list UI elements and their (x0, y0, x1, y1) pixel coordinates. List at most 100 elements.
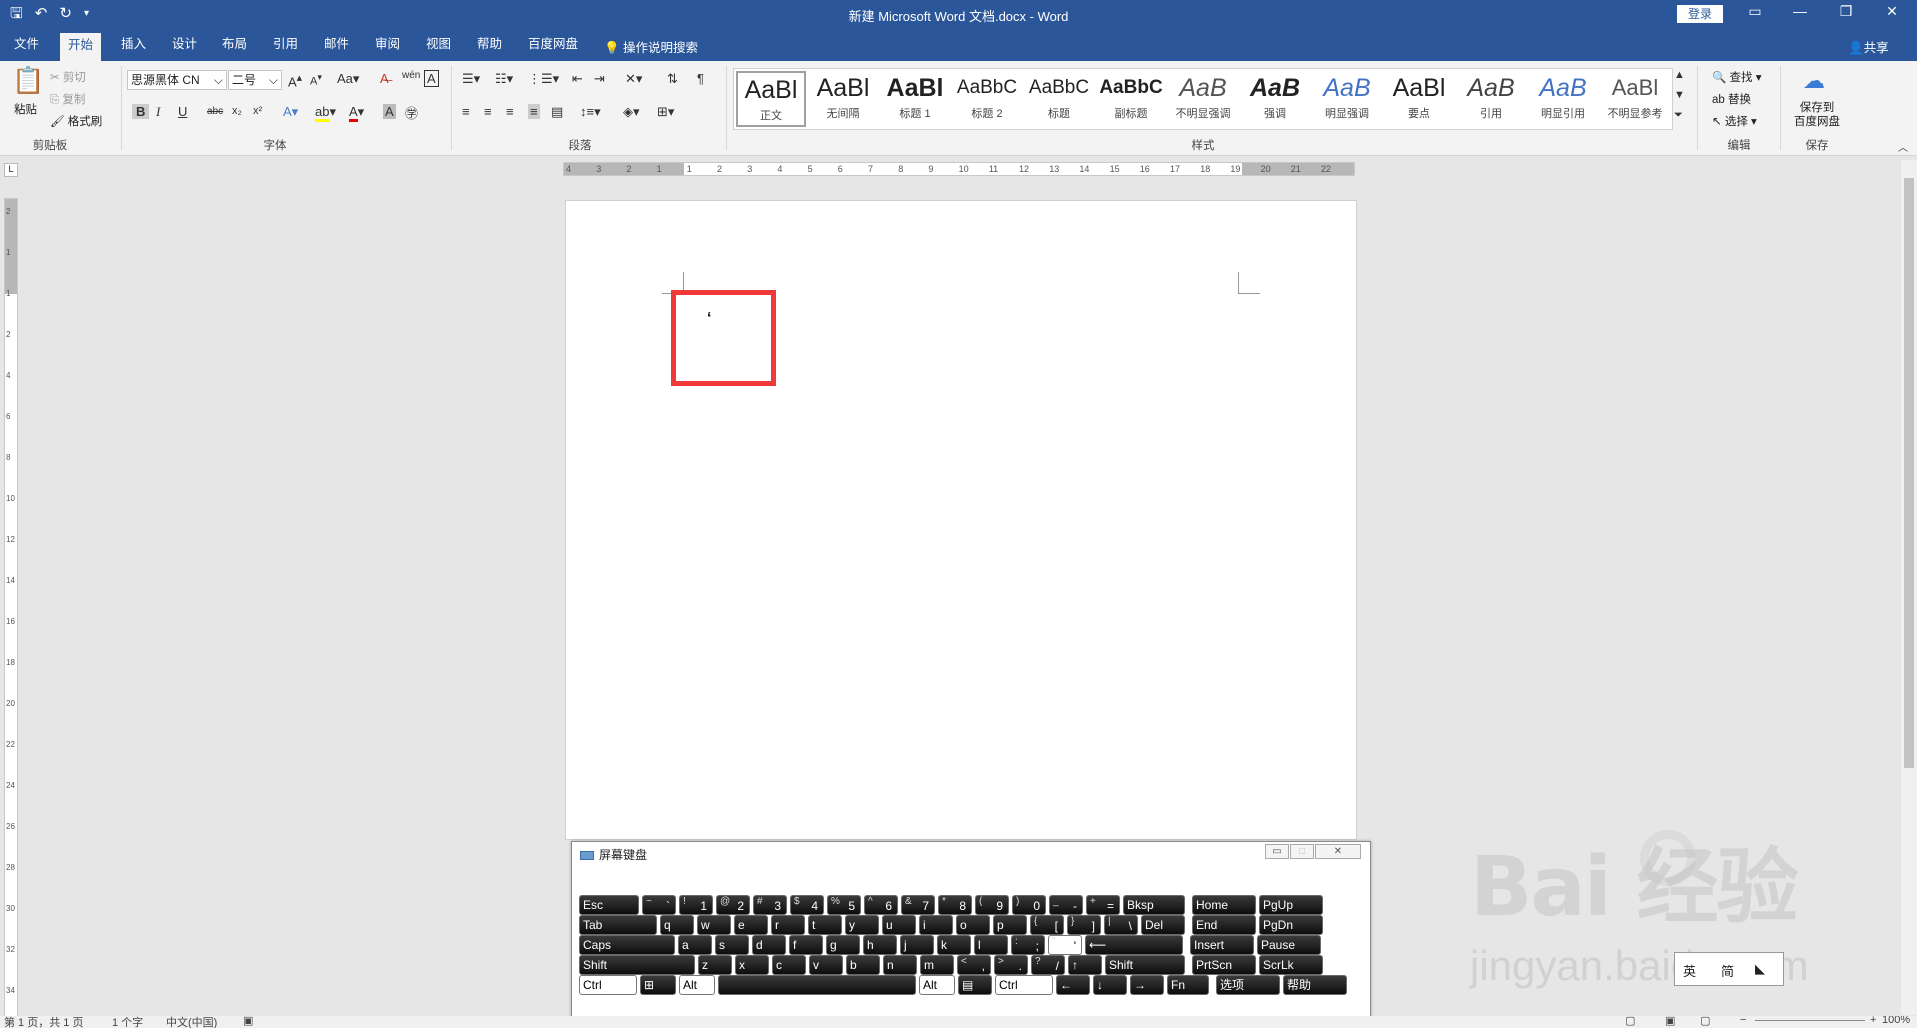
scrollbar-thumb[interactable] (1904, 178, 1914, 768)
word-count[interactable]: 1 个字 (112, 1016, 143, 1028)
style-normal[interactable]: AaBl 正文 (736, 71, 806, 127)
maximize-icon[interactable]: □ (1290, 844, 1314, 859)
osk-key[interactable]: Ctrl (579, 975, 637, 995)
osk-key[interactable]: l (974, 935, 1008, 955)
osk-key[interactable]: ⊞ (640, 975, 676, 995)
grow-font-icon[interactable]: A▴ (288, 71, 302, 89)
osk-key[interactable]: m (920, 955, 954, 975)
osk-key[interactable]: x (735, 955, 769, 975)
osk-key[interactable]: o (956, 915, 990, 935)
osk-key[interactable]: Alt (679, 975, 715, 995)
minimize-icon[interactable]: ▭ (1265, 844, 1289, 859)
style-heading-2[interactable]: AaBbC 标题 2 (952, 71, 1022, 127)
tab-insert[interactable]: 插入 (113, 34, 154, 61)
osk-key[interactable]: :; (1011, 935, 1045, 955)
copy-button[interactable]: ⎘ 复制 (50, 91, 85, 107)
osk-key[interactable]: Fn (1167, 975, 1209, 995)
style-subtle-reference[interactable]: AaBl 不明显参考 (1600, 71, 1670, 127)
highlight-color-icon[interactable]: ab▾ (315, 104, 336, 122)
minimize-icon[interactable]: — (1780, 3, 1820, 19)
osk-key[interactable]: h (863, 935, 897, 955)
format-painter-button[interactable]: 🖌 格式刷 (50, 113, 102, 129)
style-heading-1[interactable]: AaBl 标题 1 (880, 71, 950, 127)
baidu-netdisk-icon[interactable]: ☁ (1803, 68, 1825, 94)
ribbon-display-options-icon[interactable]: ▭ (1735, 3, 1775, 20)
osk-key[interactable]: ↓ (1093, 975, 1127, 995)
align-center-icon[interactable]: ≡ (484, 104, 492, 119)
osk-key[interactable]: p (993, 915, 1027, 935)
tab-review[interactable]: 审阅 (367, 34, 408, 61)
osk-key[interactable]: <, (957, 955, 991, 975)
osk-key[interactable]: Del (1141, 915, 1185, 935)
styles-scroll-down-icon[interactable]: ▼ (1674, 89, 1685, 101)
subscript-button[interactable]: x₂ (232, 105, 242, 117)
style-intense-emphasis[interactable]: AaB 明显强调 (1312, 71, 1382, 127)
zoom-out-icon[interactable]: − (1740, 1016, 1746, 1026)
tab-baidu-netdisk[interactable]: 百度网盘 (520, 34, 586, 61)
osk-key[interactable]: % 5 (827, 895, 861, 915)
font-color-icon[interactable]: A▾ (349, 104, 364, 122)
change-case-button[interactable]: Aa▾ (337, 71, 359, 87)
osk-key[interactable]: n (883, 955, 917, 975)
osk-key[interactable]: 选项 (1216, 975, 1280, 995)
share-button[interactable]: 👤共享 (1848, 37, 1889, 56)
osk-key[interactable]: u (882, 915, 916, 935)
text-effects-icon[interactable]: A▾ (283, 104, 298, 120)
osk-key[interactable]: + = (1086, 895, 1120, 915)
tab-selector[interactable]: L (4, 163, 18, 177)
shrink-font-icon[interactable]: A▾ (310, 72, 322, 88)
zoom-in-icon[interactable]: + (1870, 1016, 1876, 1026)
osk-key[interactable]: ▤ (958, 975, 992, 995)
style-quote[interactable]: AaB 引用 (1456, 71, 1526, 127)
osk-key[interactable]: End (1192, 915, 1256, 935)
tab-mailings[interactable]: 邮件 (316, 34, 357, 61)
osk-key[interactable]: Shift (579, 955, 695, 975)
distributed-icon[interactable]: ▤ (551, 104, 563, 120)
tab-references[interactable]: 引用 (265, 34, 306, 61)
osk-key[interactable]: PgUp (1259, 895, 1323, 915)
align-right-icon[interactable]: ≡ (506, 104, 514, 119)
osk-key[interactable]: Alt (919, 975, 955, 995)
osk-key[interactable]: ? / (1031, 955, 1065, 975)
style-intense-quote[interactable]: AaB 明显引用 (1528, 71, 1598, 127)
zoom-level[interactable]: 100% (1882, 1016, 1910, 1026)
chinese-layout-icon[interactable]: ✕▾ (625, 71, 642, 87)
enclose-characters-icon[interactable]: ㊫ (405, 103, 418, 122)
osk-key[interactable]: Pause (1257, 935, 1321, 955)
font-size-combo[interactable]: 二号 ⌵ (228, 70, 282, 90)
style-no-spacing[interactable]: AaBl 无间隔 (808, 71, 878, 127)
style-strong[interactable]: AaBl 要点 (1384, 71, 1454, 127)
styles-more-icon[interactable]: ⏷ (1674, 109, 1683, 122)
osk-key[interactable]: Shift (1105, 955, 1185, 975)
osk-key[interactable]: ~ ` (642, 895, 676, 915)
osk-key[interactable]: & 7 (901, 895, 935, 915)
line-spacing-icon[interactable]: ↕≡▾ (580, 104, 601, 120)
osk-key[interactable]: ! 1 (679, 895, 713, 915)
osk-key[interactable]: v (809, 955, 843, 975)
tell-me-search[interactable]: 💡 操作说明搜索 (604, 37, 698, 56)
osk-key[interactable]: → (1130, 975, 1164, 995)
osk-key[interactable]: }] (1067, 915, 1101, 935)
ime-language[interactable]: 英 (1683, 961, 1696, 980)
styles-scroll-up-icon[interactable]: ▲ (1674, 69, 1685, 81)
osk-key[interactable]: 帮助 (1283, 975, 1347, 995)
cut-button[interactable]: ✂ 剪切 (50, 69, 86, 85)
style-emphasis[interactable]: AaB 强调 (1240, 71, 1310, 127)
osk-key[interactable]: j (900, 935, 934, 955)
character-shading-icon[interactable]: A (383, 104, 396, 119)
osk-key[interactable]: e (734, 915, 768, 935)
osk-key[interactable]: Tab (579, 915, 657, 935)
ime-mode[interactable]: 简 (1721, 961, 1734, 980)
sort-icon[interactable]: ⇅ (667, 71, 678, 87)
osk-key[interactable]: ^ 6 (864, 895, 898, 915)
vertical-scrollbar[interactable] (1901, 160, 1917, 1015)
osk-key[interactable]: a (678, 935, 712, 955)
osk-key[interactable]: r (771, 915, 805, 935)
strikethrough-button[interactable]: abc (207, 106, 223, 117)
print-layout-icon[interactable]: ▣ (1665, 1016, 1675, 1027)
align-left-icon[interactable]: ≡ (462, 104, 470, 119)
login-button[interactable]: 登录 (1677, 5, 1723, 23)
osk-key[interactable]: PrtScn (1192, 955, 1256, 975)
osk-key[interactable]: f (789, 935, 823, 955)
osk-key[interactable]: * 8 (938, 895, 972, 915)
